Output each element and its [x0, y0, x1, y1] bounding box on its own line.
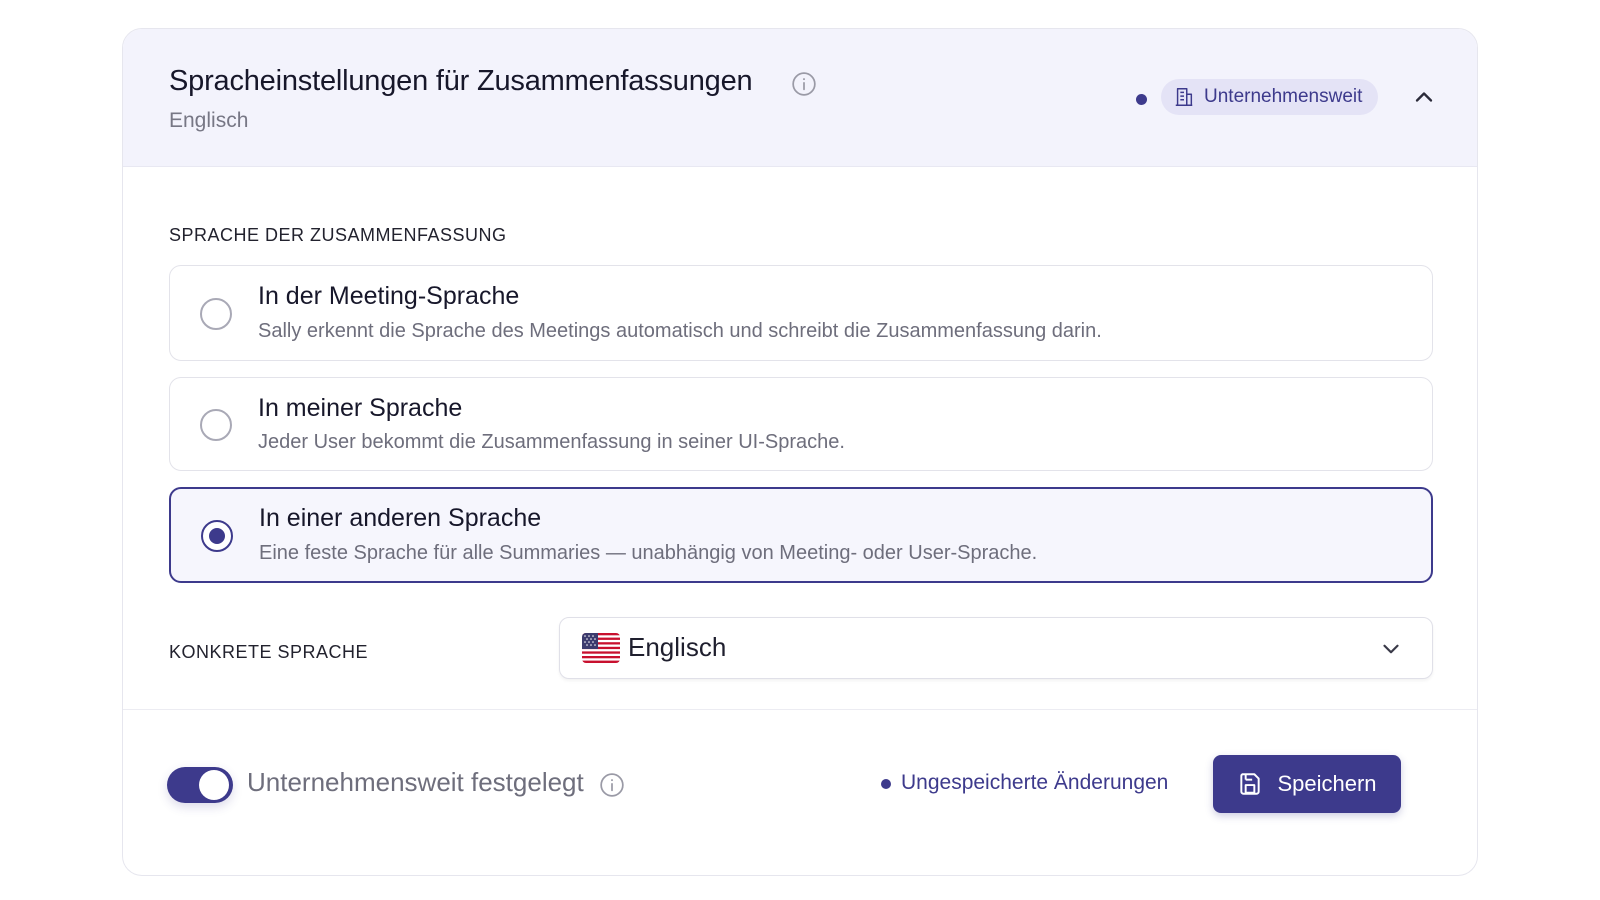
radio-dot	[209, 528, 225, 544]
option-title: In einer anderen Sprache	[259, 504, 542, 532]
info-icon[interactable]	[599, 772, 625, 798]
chevron-up-icon[interactable]	[1410, 83, 1438, 111]
floppy-disk-icon	[1240, 773, 1261, 795]
language-select[interactable]: Englisch	[559, 617, 1433, 679]
scope-badge-label: Unternehmensweit	[1204, 86, 1363, 107]
language-label: KONKRETE SPRACHE	[169, 642, 369, 662]
unsaved-dot	[881, 779, 891, 789]
section-label: SPRACHE DER ZUSAMMENFASSUNG	[169, 225, 507, 245]
option-description: Jeder User bekommt die Zusammenfassung i…	[258, 431, 845, 453]
option-description: Eine feste Sprache für alle Summaries — …	[259, 542, 1038, 564]
language-settings-card: Spracheinstellungen für Zusammenfassunge…	[122, 28, 1478, 876]
language-select-value: Englisch	[628, 632, 727, 662]
radio-button[interactable]	[200, 298, 232, 330]
us-flag-icon	[582, 633, 620, 663]
chevron-down-icon	[1383, 644, 1399, 654]
option-title: In der Meeting-Sprache	[258, 282, 520, 310]
status-dot	[1136, 94, 1147, 105]
option-title: In meiner Sprache	[258, 394, 463, 422]
card-header: Spracheinstellungen für Zusammenfassunge…	[123, 29, 1477, 167]
card-subtitle: Englisch	[169, 109, 249, 132]
company-wide-toggle[interactable]	[167, 767, 233, 803]
footer-divider	[123, 709, 1477, 710]
option-other-language[interactable]: In einer anderen Sprache Eine feste Spra…	[169, 487, 1433, 583]
option-description: Sally erkennt die Sprache des Meetings a…	[258, 320, 1102, 342]
info-icon[interactable]	[791, 71, 817, 97]
save-button-label: Speichern	[1277, 771, 1377, 796]
scope-badge: Unternehmensweit	[1161, 79, 1379, 115]
radio-button[interactable]	[200, 409, 232, 441]
save-button[interactable]: Speichern	[1213, 755, 1401, 813]
building-icon	[1175, 88, 1193, 106]
toggle-knob	[199, 770, 229, 800]
option-meeting-language[interactable]: In der Meeting-Sprache Sally erkennt die…	[169, 265, 1433, 361]
radio-button-selected[interactable]	[201, 520, 233, 552]
option-my-language[interactable]: In meiner Sprache Jeder User bekommt die…	[169, 377, 1433, 471]
card-title: Spracheinstellungen für Zusammenfassunge…	[169, 65, 753, 97]
toggle-label: Unternehmensweit festgelegt	[247, 767, 584, 797]
unsaved-changes-text: Ungespeicherte Änderungen	[901, 771, 1169, 794]
